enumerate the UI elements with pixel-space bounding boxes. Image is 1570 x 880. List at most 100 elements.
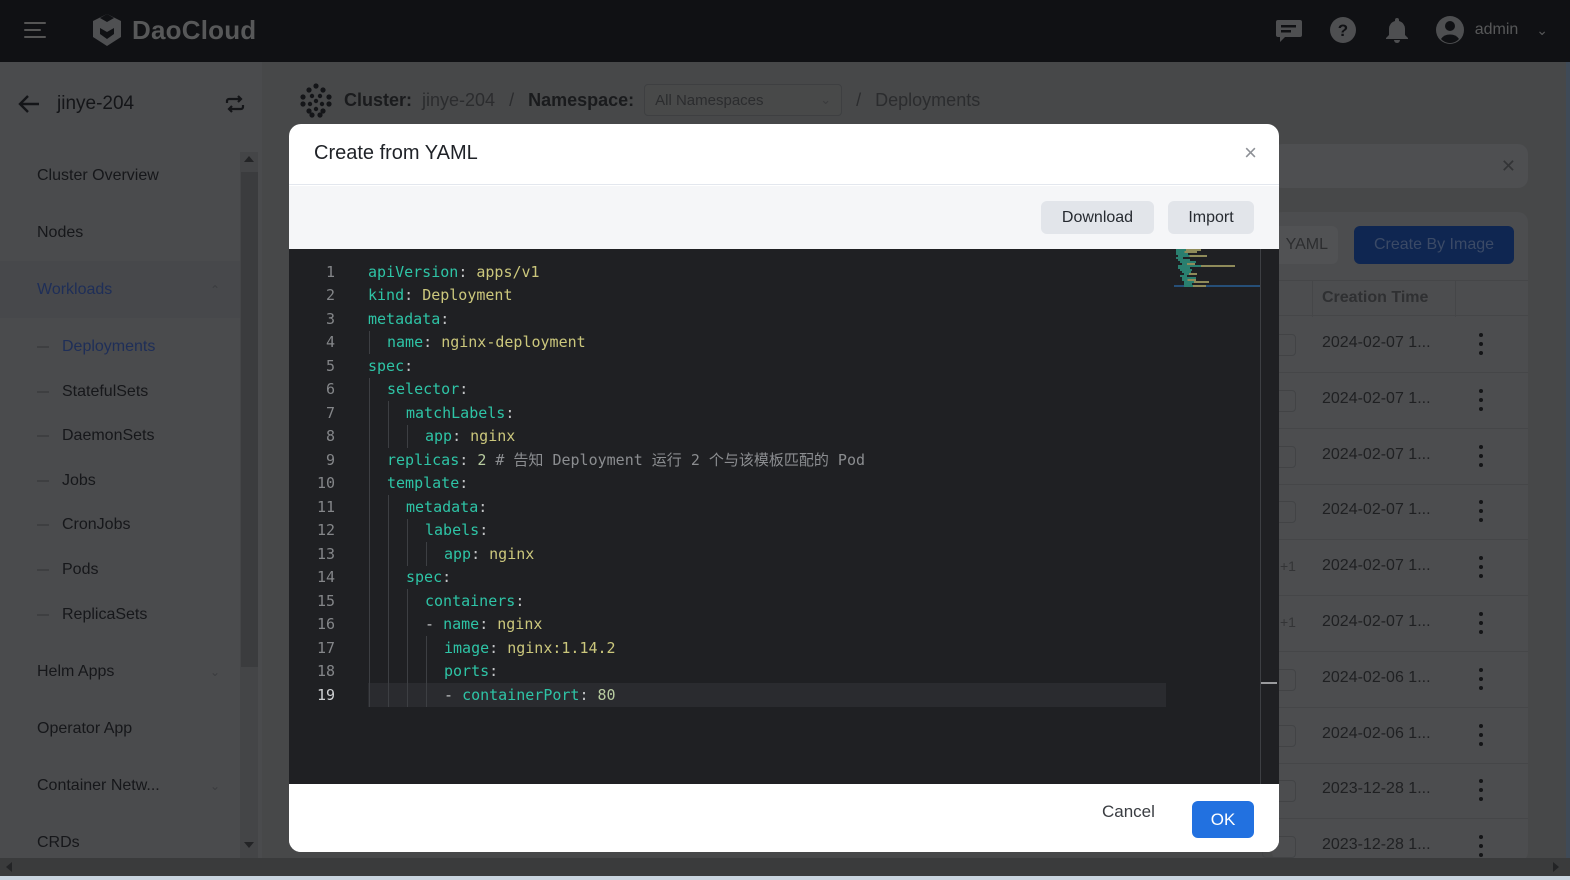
editor-cursor-marker — [1261, 682, 1277, 684]
chevron-down-icon: ⌄ — [1536, 21, 1548, 38]
breadcrumb-separator: / — [509, 89, 515, 110]
sidebar-item-label: Workloads — [37, 280, 113, 298]
bottom-strip — [0, 876, 1570, 880]
table-row[interactable]: 2023-12-28 1... — [1262, 763, 1528, 820]
code-line[interactable]: 3 metadata: — [289, 307, 1169, 331]
horizontal-scrollbar[interactable] — [0, 858, 1570, 876]
editor-minimap[interactable] — [1174, 249, 1260, 289]
code-text: name: nginx-deployment — [387, 333, 586, 352]
sidebar-subitem-label: DaemonSets — [62, 427, 155, 444]
brand-logo[interactable]: DaoCloud — [90, 12, 256, 48]
code-text: metadata: — [368, 309, 450, 328]
code-text: matchLabels: — [406, 403, 515, 422]
create-from-yaml-dialog: Create from YAML × Download Import 1 apiV… — [289, 124, 1279, 852]
more-actions-icon[interactable] — [1478, 612, 1484, 634]
sidebar-subitem-label: CronJobs — [62, 516, 131, 533]
table-row[interactable]: 2024-02-07 1... — [1262, 317, 1528, 373]
table-row[interactable]: +1 2024-02-07 1... — [1272, 596, 1528, 652]
download-button[interactable]: Download — [1041, 201, 1154, 234]
menu-icon[interactable] — [24, 22, 46, 40]
code-line[interactable]: 9 replicas: 2 # 告知 Deployment 运行 2 个与该模板匹… — [289, 448, 1169, 472]
user-menu[interactable]: admin ⌄ — [1435, 15, 1548, 45]
more-actions-icon[interactable] — [1478, 556, 1484, 579]
scroll-right-icon[interactable] — [1553, 862, 1559, 872]
code-line[interactable]: 2 kind: Deployment — [289, 284, 1169, 308]
scroll-down-icon[interactable] — [244, 842, 254, 848]
cancel-button[interactable]: Cancel — [1102, 802, 1155, 822]
code-line[interactable]: 5 spec: — [289, 354, 1169, 378]
table-row[interactable]: +1 2024-02-07 1... — [1272, 540, 1528, 597]
message-icon[interactable] — [1273, 14, 1305, 46]
code-text: spec: — [406, 568, 452, 587]
column-creation-time[interactable]: Creation Time — [1322, 289, 1428, 307]
back-arrow-icon[interactable] — [18, 94, 40, 119]
more-actions-icon[interactable] — [1478, 835, 1484, 858]
create-from-yaml-button[interactable]: YAML — [1272, 226, 1338, 264]
create-by-image-button[interactable]: Create By Image — [1354, 226, 1514, 264]
code-line[interactable]: 19 - containerPort: 80 — [289, 683, 1169, 707]
row-creation-time: 2024-02-07 1... — [1322, 501, 1431, 519]
code-line[interactable]: 8 app: nginx — [289, 424, 1169, 448]
code-line[interactable]: 4 name: nginx-deployment — [289, 330, 1169, 354]
editor-scrollbar[interactable] — [1260, 249, 1261, 784]
ok-button[interactable]: OK — [1192, 801, 1254, 838]
row-creation-time: 2024-02-07 1... — [1322, 334, 1431, 351]
sidebar-subitem-pods[interactable]: Pods — [0, 548, 240, 592]
code-text: ports: — [444, 662, 499, 681]
code-line[interactable]: 14 spec: — [289, 565, 1169, 589]
sidebar-subitem-cronjobs[interactable]: CronJobs — [0, 503, 240, 547]
more-actions-icon[interactable] — [1478, 388, 1484, 411]
more-actions-icon[interactable] — [1478, 667, 1484, 690]
scroll-up-icon[interactable] — [244, 156, 254, 162]
code-line[interactable]: 12 labels: — [289, 518, 1169, 542]
code-line[interactable]: 16 - name: nginx — [289, 612, 1169, 636]
close-icon[interactable]: × — [1244, 140, 1257, 166]
more-actions-icon[interactable] — [1478, 444, 1484, 467]
code-line[interactable]: 10 template: — [289, 471, 1169, 495]
sidebar-subitem-replicasets[interactable]: ReplicaSets — [0, 593, 240, 637]
code-line[interactable]: 11 metadata: — [289, 495, 1169, 519]
sidebar-item-container-network[interactable]: Container Netw... ⌄ — [0, 757, 240, 814]
more-actions-icon[interactable] — [1478, 500, 1484, 523]
code-line[interactable]: 13 app: nginx — [289, 542, 1169, 566]
sidebar-subitem-daemonsets[interactable]: DaemonSets — [0, 414, 240, 458]
page-scrollbar[interactable] — [1566, 62, 1570, 858]
code-line[interactable]: 6 selector: — [289, 377, 1169, 401]
code-line[interactable]: 18 ports: — [289, 659, 1169, 683]
table-row[interactable]: 2024-02-06 1... — [1262, 708, 1528, 764]
sidebar-item-workloads[interactable]: Workloads ⌃ — [0, 261, 240, 318]
cluster-value[interactable]: jinye-204 — [422, 90, 495, 111]
sidebar-subitem-statefulsets[interactable]: StatefulSets — [0, 370, 240, 414]
sidebar-item-nodes[interactable]: Nodes — [0, 204, 240, 261]
table-header: Creation Time — [1272, 280, 1528, 317]
namespace-select[interactable]: All Namespaces ⌄ — [644, 84, 843, 116]
table-row[interactable]: 2024-02-06 1... — [1262, 652, 1528, 708]
chevron-down-icon: ⌄ — [209, 778, 220, 793]
scroll-left-icon[interactable] — [6, 862, 12, 872]
sidebar-item-cluster-overview[interactable]: Cluster Overview — [0, 147, 240, 204]
table-row[interactable]: 2024-02-07 1... — [1262, 373, 1528, 429]
yaml-editor[interactable]: 1 apiVersion: apps/v1 2 kind: Deployment 3 me… — [289, 249, 1279, 784]
help-icon[interactable]: ? — [1327, 14, 1359, 46]
sidebar-subitem-deployments[interactable]: Deployments — [0, 325, 240, 369]
code-line[interactable]: 15 containers: — [289, 589, 1169, 613]
bell-icon[interactable] — [1381, 14, 1413, 46]
more-actions-icon[interactable] — [1478, 723, 1484, 746]
close-icon[interactable]: ✕ — [1501, 156, 1516, 177]
switch-cluster-icon[interactable] — [224, 94, 246, 119]
sidebar-item-operator-app[interactable]: Operator App — [0, 700, 240, 757]
code-text: spec: — [368, 356, 414, 375]
code-line[interactable]: 7 matchLabels: — [289, 401, 1169, 425]
code-line[interactable]: 17 image: nginx:1.14.2 — [289, 636, 1169, 660]
code-line[interactable]: 1 apiVersion: apps/v1 — [289, 260, 1169, 284]
table-row[interactable]: 2024-02-07 1... — [1262, 429, 1528, 485]
sidebar-item-helm-apps[interactable]: Helm Apps ⌄ — [0, 643, 240, 700]
more-actions-icon[interactable] — [1478, 779, 1484, 802]
sidebar-scrollbar-thumb[interactable] — [241, 172, 258, 667]
sidebar-subitem-jobs[interactable]: Jobs — [0, 459, 240, 503]
table-row[interactable]: 2024-02-07 1... — [1262, 484, 1528, 541]
sidebar-item-label: Nodes — [37, 223, 84, 241]
more-actions-icon[interactable] — [1478, 333, 1484, 355]
import-button[interactable]: Import — [1168, 201, 1254, 234]
code-text: image: nginx:1.14.2 — [444, 638, 616, 657]
